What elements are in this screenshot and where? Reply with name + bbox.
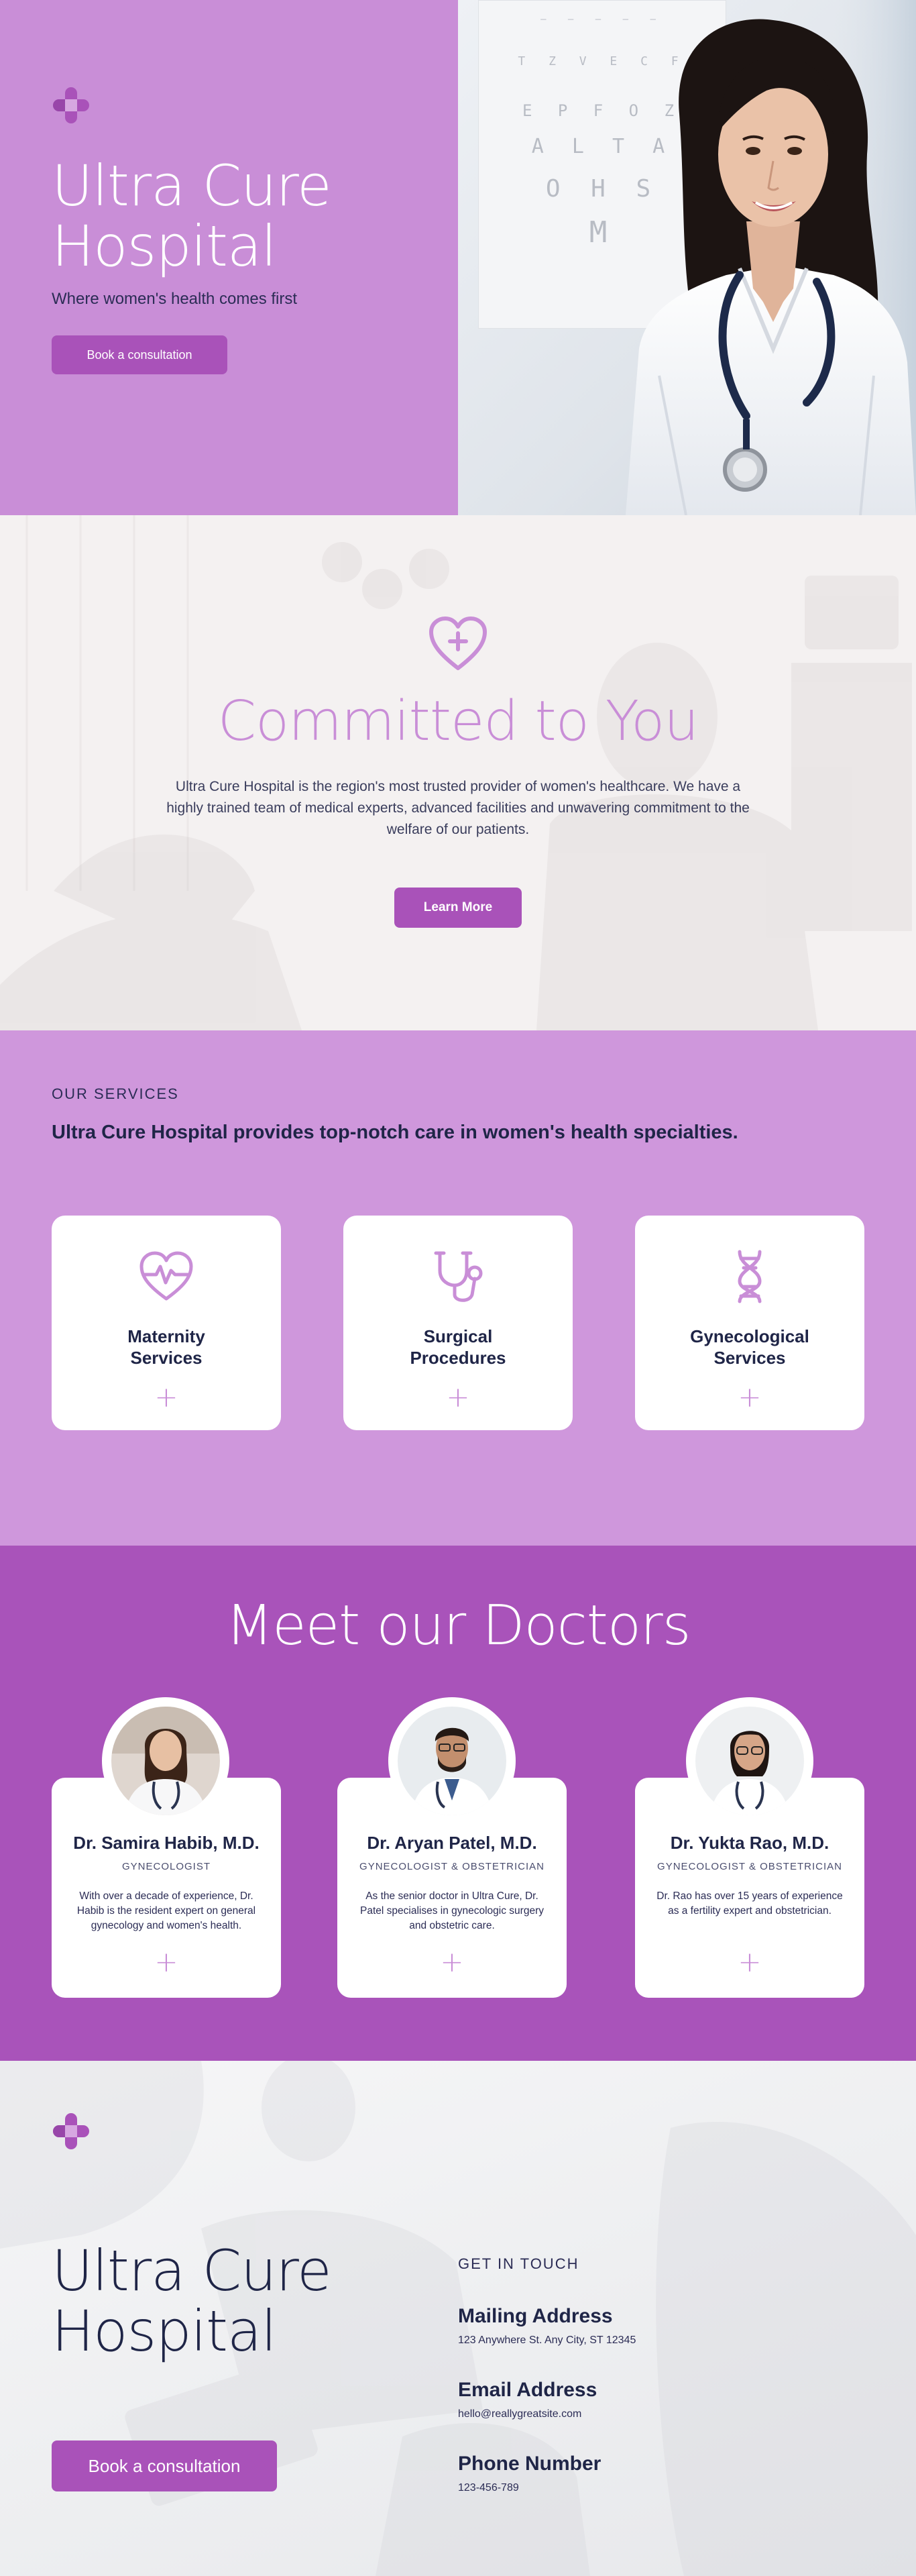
hero-panel: Ultra Cure Hospital Where women's health…	[0, 0, 458, 515]
stethoscope-icon	[434, 1251, 483, 1302]
doctor-role: GYNECOLOGIST & OBSTETRICIAN	[359, 1861, 545, 1872]
service-name-line2: Services	[713, 1348, 786, 1368]
doctor-card-aryan-patel[interactable]: Dr. Aryan Patel, M.D. GYNECOLOGIST & OBS…	[337, 1697, 567, 2019]
services-heading: Ultra Cure Hospital provides top-notch c…	[52, 1122, 738, 1143]
learn-more-button[interactable]: Learn More	[394, 888, 522, 928]
doctor-card-list: Dr. Samira Habib, M.D. GYNECOLOGIST With…	[52, 1697, 864, 2019]
hero-section: Ultra Cure Hospital Where women's health…	[0, 0, 916, 515]
service-name-line2: Procedures	[410, 1348, 506, 1368]
email-address-link[interactable]: hello@reallygreatsite.com	[458, 2408, 860, 2420]
doctor-avatar-aryan	[398, 1707, 506, 1815]
doctor-bio: As the senior doctor in Ultra Cure, Dr. …	[360, 1890, 544, 1931]
hero-title: Ultra Cure Hospital	[52, 153, 332, 279]
female-doctor-portrait-image	[626, 0, 916, 515]
contact-info: GET IN TOUCH Mailing Address 123 Anywher…	[458, 2255, 860, 2494]
email-address-block: Email Address hello@reallygreatsite.com	[458, 2379, 860, 2420]
service-name: Surgical Procedures	[343, 1326, 573, 1368]
doctors-section: Meet our Doctors Dr. Samira Habib, M.D.	[0, 1546, 916, 2061]
mailing-address-value: 123 Anywhere St. Any City, ST 12345	[458, 2334, 636, 2346]
doctor-name: Dr. Yukta Rao, M.D.	[670, 1833, 829, 1853]
footer-title: Ultra Cure Hospital	[52, 2238, 332, 2364]
services-section: OUR SERVICES Ultra Cure Hospital provide…	[0, 1030, 916, 1546]
service-name-line2: Services	[130, 1348, 203, 1368]
doctor-name: Dr. Samira Habib, M.D.	[73, 1833, 260, 1853]
services-eyebrow: OUR SERVICES	[52, 1085, 179, 1102]
expand-plus-icon[interactable]: +	[738, 1383, 761, 1411]
footer-title-line2: Hospital	[52, 2298, 277, 2364]
committed-description: Ultra Cure Hospital is the region's most…	[166, 779, 750, 837]
service-name-line1: Gynecological	[690, 1326, 809, 1346]
book-consultation-button[interactable]: Book a consultation	[52, 335, 227, 374]
mailing-address-block: Mailing Address 123 Anywhere St. Any Cit…	[458, 2305, 860, 2347]
hero-photo: — — — — — T Z V E C F E P F O Z A L T A …	[458, 0, 916, 515]
doctor-role: GYNECOLOGIST	[121, 1861, 211, 1872]
expand-plus-icon[interactable]: +	[446, 1383, 469, 1411]
medical-cross-logo-icon	[53, 2113, 89, 2149]
footer-book-consultation-button[interactable]: Book a consultation	[52, 2440, 277, 2491]
doctor-card-yukta-rao[interactable]: Dr. Yukta Rao, M.D. GYNECOLOGIST & OBSTE…	[635, 1697, 864, 2019]
phone-number-block: Phone Number 123-456-789	[458, 2453, 860, 2494]
hero-subtitle: Where women's health comes first	[52, 290, 298, 308]
doctor-avatar-frame	[388, 1697, 516, 1825]
footer-title-line1: Ultra Cure	[52, 2238, 332, 2304]
doctor-avatar-frame	[102, 1697, 229, 1825]
services-card-list: Maternity Services + Surgical Procedures…	[52, 1216, 864, 1430]
doctor-name: Dr. Aryan Patel, M.D.	[367, 1833, 537, 1853]
committed-section: Committed to You Ultra Cure Hospital is …	[0, 515, 916, 1030]
service-name: Maternity Services	[52, 1326, 281, 1368]
expand-plus-icon[interactable]: +	[440, 1948, 463, 1976]
heart-plus-icon	[429, 616, 487, 670]
email-address-label: Email Address	[458, 2379, 597, 2401]
contact-section: Ultra Cure Hospital Book a consultation …	[0, 2061, 916, 2576]
doctor-avatar-frame	[686, 1697, 813, 1825]
doctor-bio: With over a decade of experience, Dr. Ha…	[76, 1890, 256, 1931]
phone-number-label: Phone Number	[458, 2453, 602, 2475]
service-name-line1: Surgical	[423, 1326, 493, 1346]
expand-plus-icon[interactable]: +	[154, 1383, 178, 1411]
hero-title-line2: Hospital	[52, 213, 277, 279]
medical-cross-logo-icon	[53, 87, 89, 123]
dna-icon	[738, 1250, 762, 1303]
committed-content: Committed to You Ultra Cure Hospital is …	[0, 515, 916, 928]
service-card-surgical[interactable]: Surgical Procedures +	[343, 1216, 573, 1430]
doctor-role: GYNECOLOGIST & OBSTETRICIAN	[657, 1861, 842, 1872]
expand-plus-icon[interactable]: +	[154, 1948, 178, 1976]
contact-eyebrow: GET IN TOUCH	[458, 2255, 579, 2272]
mailing-address-label: Mailing Address	[458, 2305, 613, 2327]
service-name-line1: Maternity	[127, 1326, 205, 1346]
phone-number-link[interactable]: 123-456-789	[458, 2482, 860, 2494]
service-name: Gynecological Services	[635, 1326, 864, 1368]
hero-title-line1: Ultra Cure	[52, 153, 332, 219]
page: Ultra Cure Hospital Where women's health…	[0, 0, 916, 2576]
doctor-bio: Dr. Rao has over 15 years of experience …	[656, 1890, 843, 1917]
doctors-title: Meet our Doctors	[225, 1594, 691, 1658]
expand-plus-icon[interactable]: +	[738, 1948, 761, 1976]
doctor-avatar-yukta	[695, 1707, 804, 1815]
heart-pulse-icon	[139, 1251, 193, 1301]
doctor-avatar-samira	[111, 1707, 220, 1815]
service-card-gynecological[interactable]: Gynecological Services +	[635, 1216, 864, 1430]
doctor-card-samira-habib[interactable]: Dr. Samira Habib, M.D. GYNECOLOGIST With…	[52, 1697, 281, 2019]
service-card-maternity[interactable]: Maternity Services +	[52, 1216, 281, 1430]
committed-title: Committed to You	[217, 690, 699, 753]
